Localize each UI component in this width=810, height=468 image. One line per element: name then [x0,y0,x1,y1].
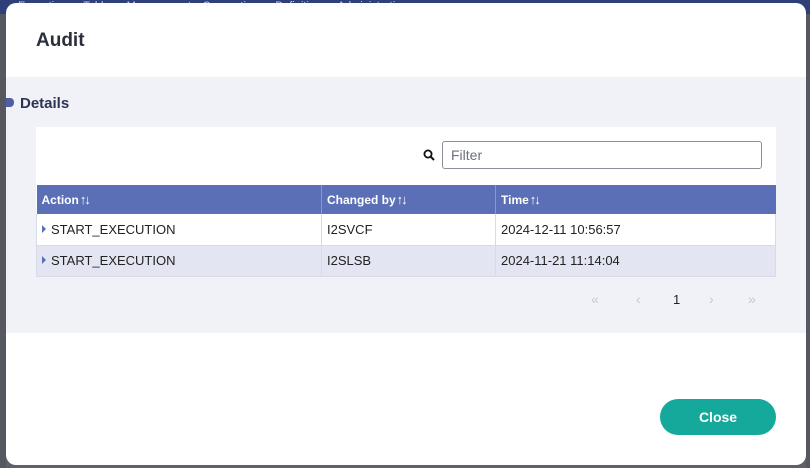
sort-icon[interactable]: ↑↓ [530,192,541,207]
cell-time: 2024-12-11 10:56:57 [495,214,776,246]
dialog-body: Details Action↑↓ Changed by↑↓ Time↑↓ [6,77,806,333]
first-page-button[interactable]: « [591,291,599,307]
cell-time: 2024-11-21 11:14:04 [495,245,776,277]
action-text: START_EXECUTION [51,253,176,268]
column-label: Changed by [327,193,396,207]
column-header-time[interactable]: Time↑↓ [495,185,776,214]
prev-page-button[interactable]: ‹ [636,291,641,307]
action-text: START_EXECUTION [51,221,176,237]
column-label: Time [501,193,529,207]
table-row[interactable]: START_EXECUTION I2SVCF 2024-12-11 10:56:… [36,214,776,246]
close-button[interactable]: Close [660,399,776,435]
column-label: Action [41,193,79,207]
expand-row-icon[interactable] [42,224,46,233]
cell-action: START_EXECUTION [36,245,322,277]
column-header-changed-by[interactable]: Changed by↑↓ [321,185,496,214]
audit-table: Action↑↓ Changed by↑↓ Time↑↓ START_EXECU… [36,185,776,277]
filter-input[interactable] [442,141,762,169]
section-title: Details [20,95,70,112]
audit-dialog: Audit Details Action↑↓ Changed by↑↓ [6,3,806,465]
cell-action: START_EXECUTION [36,214,322,246]
table-row[interactable]: START_EXECUTION I2SLSB 2024-11-21 11:14:… [36,245,776,277]
last-page-button[interactable]: » [748,291,756,307]
background-right [806,14,810,468]
expand-row-icon[interactable] [42,256,46,264]
cell-changed-by: I2SVCF [321,214,496,246]
current-page[interactable]: 1 [673,292,680,307]
pagination: « ‹ 1 › » [6,291,806,311]
section-marker [6,98,14,107]
column-header-action[interactable]: Action↑↓ [36,185,322,214]
table-header-row: Action↑↓ Changed by↑↓ Time↑↓ [36,185,776,214]
next-page-button[interactable]: › [709,291,714,307]
sort-icon[interactable]: ↑↓ [80,192,91,207]
sort-icon[interactable]: ↑↓ [397,192,408,207]
dialog-title: Audit [36,30,85,51]
search-icon [423,149,435,161]
cell-changed-by: I2SLSB [321,245,496,277]
